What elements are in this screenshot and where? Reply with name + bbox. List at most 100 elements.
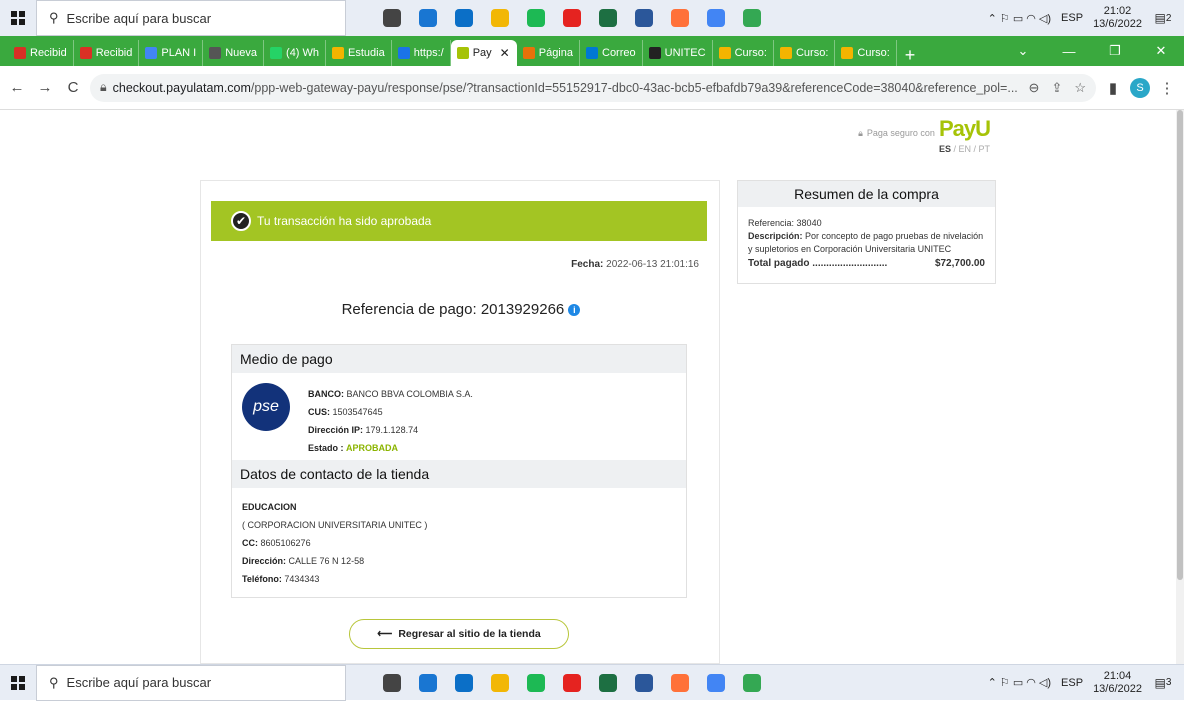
browser-tab[interactable]: Curso: [774, 40, 836, 66]
spotify-taskbar-icon[interactable] [520, 2, 552, 34]
tab-favicon-icon [332, 47, 345, 59]
browser-tab[interactable]: https:/ [392, 40, 451, 66]
chrome-taskbar-icon[interactable] [700, 2, 732, 34]
windows-icon [11, 675, 25, 690]
tab-favicon-icon [841, 47, 854, 59]
browser-tab[interactable]: Curso: [835, 40, 897, 66]
edge-taskbar-icon[interactable] [412, 667, 444, 699]
tray-icons[interactable]: ⌃ ⚐ ▭ ◠ ◁) [988, 676, 1051, 689]
total-paid: Total pagado ...........................… [748, 258, 985, 269]
tab-label: Página [538, 47, 573, 59]
bookmark-star-icon[interactable]: ☆ [1074, 80, 1086, 96]
browser-tab[interactable]: Recibid [8, 40, 74, 66]
search-icon: ⚲ [49, 674, 59, 690]
lock-icon: 🔒︎ [100, 80, 107, 94]
scrollbar-thumb[interactable] [1177, 110, 1183, 580]
store-info: EDUCACION ( CORPORACION UNIVERSITARIA UN… [242, 502, 428, 584]
start-button[interactable] [0, 0, 36, 36]
zoom-icon[interactable]: ⊖ [1029, 80, 1040, 96]
firefox-icon [671, 9, 689, 27]
tab-label: https:/ [413, 47, 444, 59]
browser-tab[interactable]: Nueva [203, 40, 265, 66]
language-switcher[interactable]: ES / EN / PT [850, 144, 990, 154]
back-arrow-icon[interactable]: ← [6, 79, 28, 96]
tab-favicon-icon [522, 47, 535, 59]
clock[interactable]: 21:02 13/6/2022 [1093, 5, 1142, 31]
browser-tab[interactable]: Correo [580, 40, 643, 66]
excel-taskbar-icon[interactable] [592, 667, 624, 699]
tray-icons[interactable]: ⌃ ⚐ ▭ ◠ ◁) [988, 12, 1051, 25]
chrome-taskbar-icon[interactable] [700, 667, 732, 699]
profile-avatar[interactable]: S [1130, 77, 1150, 98]
share-icon[interactable]: ⇪ [1051, 80, 1062, 96]
browser-tab[interactable]: UNITEC [643, 40, 713, 66]
start-button[interactable] [0, 665, 36, 701]
arrow-left-icon: ⟵ [377, 628, 393, 640]
mail-taskbar-icon[interactable] [448, 667, 480, 699]
firefox-taskbar-icon[interactable] [664, 2, 696, 34]
sidepanel-icon[interactable]: ▮ [1102, 79, 1124, 97]
browser-tab[interactable]: Recibid [74, 40, 140, 66]
file-explorer-taskbar-icon[interactable] [484, 2, 516, 34]
return-to-store-button[interactable]: ⟵ Regresar al sitio de la tienda [349, 619, 569, 649]
word-taskbar-icon[interactable] [628, 667, 660, 699]
file-explorer-taskbar-icon[interactable] [484, 667, 516, 699]
spotify-icon [527, 9, 545, 27]
chrome-alt-taskbar-icon[interactable] [736, 2, 768, 34]
acrobat-taskbar-icon[interactable] [556, 2, 588, 34]
excel-taskbar-icon[interactable] [592, 2, 624, 34]
minimize-button[interactable]: — [1046, 44, 1092, 59]
purchase-summary: Resumen de la compra Referencia: 38040 D… [737, 180, 996, 284]
close-window-button[interactable]: ✕ [1138, 43, 1184, 59]
excel-icon [599, 673, 617, 692]
excel-icon [599, 9, 617, 27]
tab-search-icon[interactable]: ⌄ [1000, 43, 1046, 59]
tab-favicon-icon [209, 47, 222, 59]
restore-button[interactable]: ❐ [1092, 43, 1138, 59]
notification-icon[interactable]: ▤ 3 [1152, 672, 1174, 694]
browser-tab[interactable]: Página [517, 40, 580, 66]
info-icon[interactable]: i [568, 304, 581, 317]
edge-taskbar-icon[interactable] [412, 2, 444, 34]
task-view-icon [383, 673, 401, 692]
new-tab-button[interactable]: + [897, 45, 924, 66]
search-icon: ⚲ [49, 10, 59, 25]
tab-favicon-icon [718, 47, 731, 59]
forward-arrow-icon[interactable]: → [34, 79, 56, 96]
notification-icon[interactable]: ▤ 2 [1152, 7, 1174, 29]
chrome-alt-taskbar-icon[interactable] [736, 667, 768, 699]
edge-icon [419, 673, 437, 692]
page-scrollbar[interactable] [1176, 110, 1184, 664]
spotify-taskbar-icon[interactable] [520, 667, 552, 699]
task-view-taskbar-icon[interactable] [376, 2, 408, 34]
tab-label: Recibid [95, 47, 133, 59]
word-taskbar-icon[interactable] [628, 2, 660, 34]
taskbar-search-input[interactable]: ⚲ Escribe aquí para buscar [36, 664, 346, 701]
browser-tab[interactable]: Pay ✕ [450, 40, 517, 66]
browser-tab[interactable]: PLAN I [139, 40, 204, 66]
lock-icon: 🔒︎ [858, 128, 863, 138]
reload-icon[interactable]: C [62, 79, 84, 96]
taskbar-bottom: ⚲ Escribe aquí para buscar ⌃ ⚐ ▭ ◠ ◁) ES… [0, 664, 1184, 701]
checkmark-icon: ✔ [231, 211, 251, 231]
task-view-icon [383, 9, 401, 27]
close-tab-icon[interactable]: ✕ [500, 46, 510, 60]
taskbar-search-input[interactable]: ⚲ Escribe aquí para buscar [36, 0, 346, 36]
tab-favicon-icon [270, 47, 283, 59]
browser-tab[interactable]: Estudia [326, 40, 392, 66]
task-view-taskbar-icon[interactable] [376, 667, 408, 699]
browser-tab[interactable]: Curso: [713, 40, 774, 66]
url-input[interactable]: 🔒︎ checkout.payulatam.com/ppp-web-gatewa… [90, 73, 1096, 102]
spotify-icon [527, 673, 545, 692]
acrobat-taskbar-icon[interactable] [556, 667, 588, 699]
language-indicator[interactable]: ESP [1061, 677, 1083, 689]
menu-kebab-icon[interactable]: ⋮ [1156, 79, 1178, 97]
firefox-taskbar-icon[interactable] [664, 667, 696, 699]
clock[interactable]: 21:04 13/6/2022 [1093, 670, 1142, 696]
tab-label: Curso: [857, 47, 890, 59]
mail-taskbar-icon[interactable] [448, 2, 480, 34]
tab-favicon-icon [145, 47, 158, 59]
browser-tab[interactable]: (4) Wh [264, 40, 327, 66]
language-indicator[interactable]: ESP [1061, 12, 1083, 24]
system-tray: ⌃ ⚐ ▭ ◠ ◁) ESP 21:04 13/6/2022 ▤ 3 [988, 670, 1184, 696]
